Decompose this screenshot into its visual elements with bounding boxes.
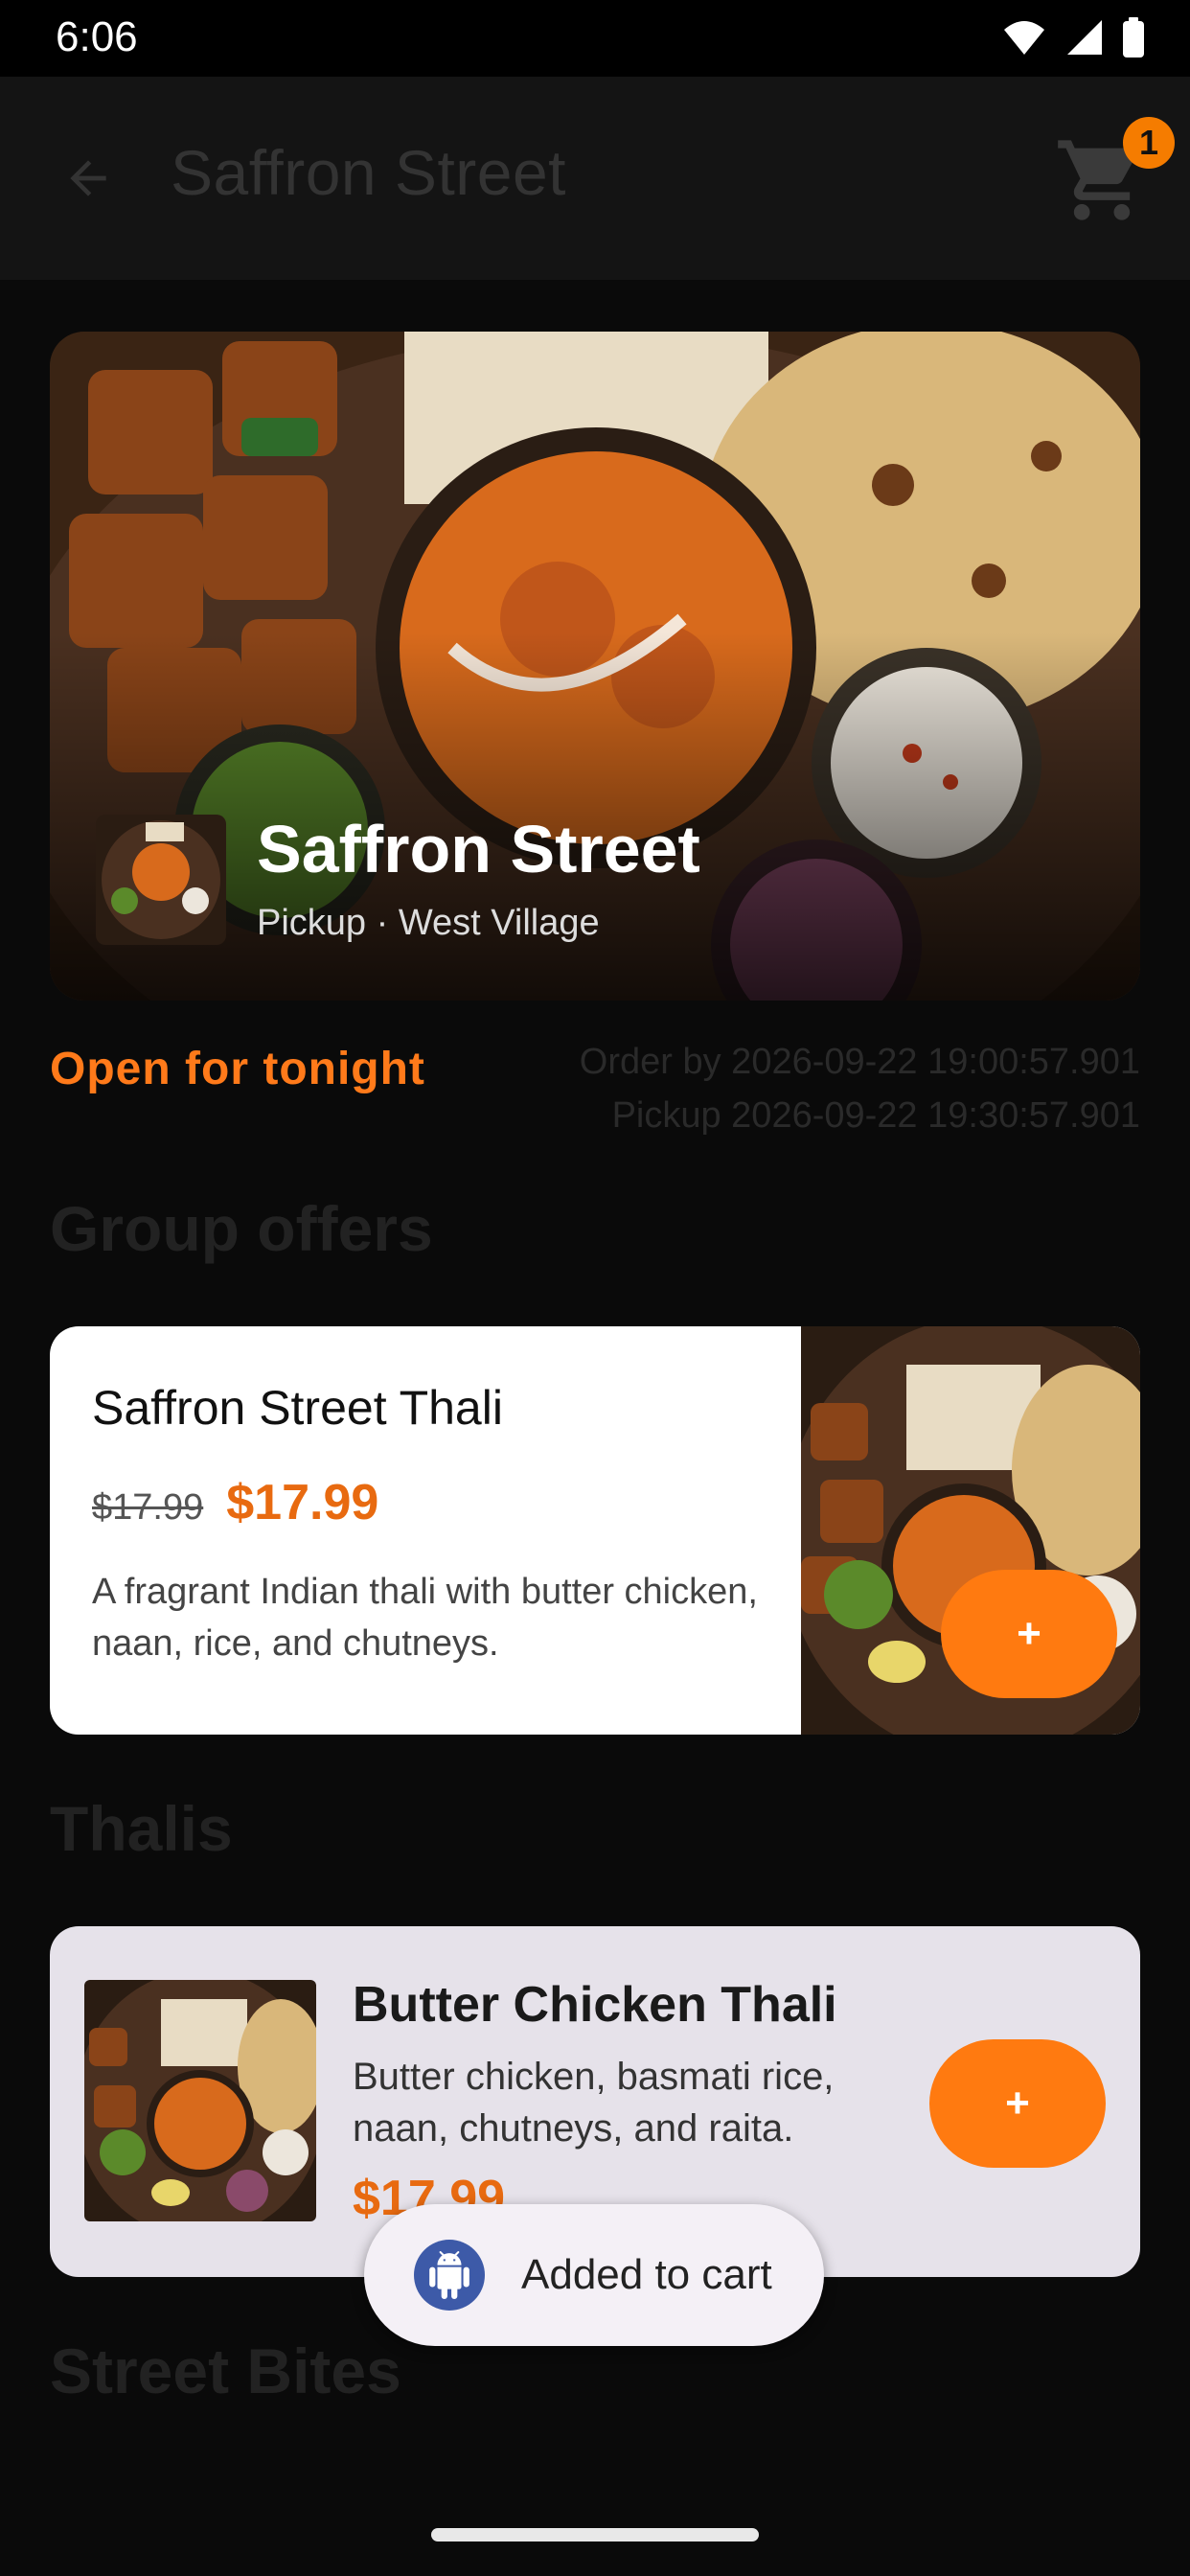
page-title: Saffron Street — [171, 137, 567, 208]
status-bar: 6:06 — [0, 0, 1190, 77]
order-times: Order by 2026-09-22 19:00:57.901 Pickup … — [580, 1035, 1140, 1142]
section-title-street-bites: Street Bites — [50, 2335, 401, 2406]
offer-price: $17.99 — [226, 1475, 379, 1530]
android-icon — [414, 2240, 485, 2311]
added-to-cart-toast: Added to cart — [364, 2204, 824, 2346]
menu-item-photo — [84, 1980, 316, 2221]
offer-title: Saffron Street Thali — [92, 1381, 503, 1435]
battery-icon — [1123, 17, 1144, 58]
menu-item-description: Butter chicken, basmati rice, naan, chut… — [353, 2056, 835, 2150]
menu-item-image — [84, 1980, 316, 2221]
offer-prices: $17.99 $17.99 — [92, 1474, 763, 1531]
arrow-back-icon — [70, 160, 106, 196]
menu-item-add-button[interactable]: + — [929, 2039, 1106, 2168]
offer-description: A fragrant Indian thali with butter chic… — [92, 1572, 758, 1664]
restaurant-hero-banner: Saffron Street Pickup · West Village — [50, 332, 1140, 1000]
pickup-time: Pickup 2026-09-22 19:30:57.901 — [611, 1095, 1140, 1136]
status-icons — [1002, 17, 1146, 58]
offer-add-button[interactable]: + — [941, 1570, 1117, 1698]
section-title-thalis: Thalis — [50, 1793, 233, 1864]
home-indicator[interactable] — [431, 2528, 759, 2542]
offer-old-price: $17.99 — [92, 1487, 204, 1528]
app-bar: Saffron Street — [0, 77, 1190, 280]
restaurant-logo — [96, 815, 226, 945]
restaurant-logo-image — [96, 815, 226, 945]
order-by-time: Order by 2026-09-22 19:00:57.901 — [579, 1042, 1140, 1082]
wifi-icon — [1004, 21, 1044, 55]
back-button[interactable] — [50, 140, 126, 217]
open-status: Open for tonight — [50, 1044, 425, 1094]
section-title-group-offers: Group offers — [50, 1193, 433, 1264]
status-time: 6:06 — [56, 13, 138, 60]
toast-message: Added to cart — [521, 2251, 772, 2298]
menu-item-title: Butter Chicken Thali — [353, 1977, 837, 2033]
cart-count-badge: 1 — [1123, 117, 1175, 169]
offer-details: Saffron Street Thali $17.99 $17.99 A fra… — [92, 1380, 763, 1681]
signal-icon — [1067, 20, 1102, 55]
restaurant-subtitle: Pickup · West Village — [257, 903, 600, 943]
restaurant-name: Saffron Street — [257, 812, 700, 886]
